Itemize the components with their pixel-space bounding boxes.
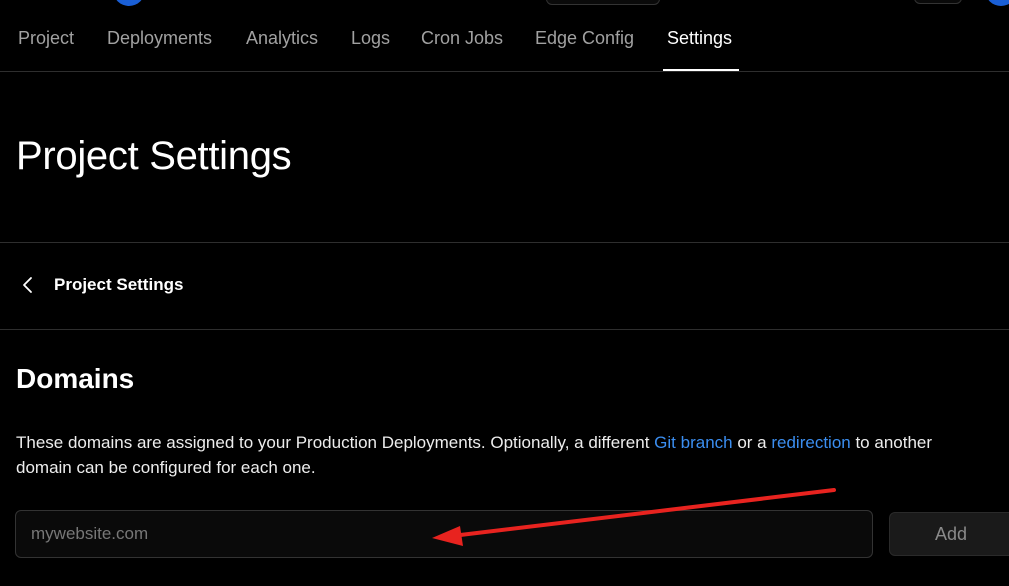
user-avatar[interactable]	[985, 0, 1009, 6]
tab-edge-config[interactable]: Edge Config	[535, 28, 634, 49]
settings-page: Project Deployments Analytics Logs Cron …	[0, 0, 1009, 586]
domain-input[interactable]	[15, 510, 873, 558]
page-title: Project Settings	[16, 134, 292, 178]
project-switcher[interactable]	[546, 0, 660, 5]
avatar[interactable]	[113, 0, 145, 6]
chevron-left-icon[interactable]	[21, 276, 35, 294]
git-branch-link[interactable]: Git branch	[654, 433, 732, 452]
tab-deployments[interactable]: Deployments	[107, 28, 212, 49]
description-text-2: or a	[732, 433, 772, 452]
tab-settings[interactable]: Settings	[667, 28, 732, 49]
page-header: Project Settings	[0, 72, 1009, 243]
breadcrumb: Project Settings	[0, 243, 1009, 330]
tab-cron-jobs[interactable]: Cron Jobs	[421, 28, 503, 49]
active-tab-indicator	[663, 69, 739, 71]
domains-heading: Domains	[16, 363, 135, 394]
project-tabs: Project Deployments Analytics Logs Cron …	[0, 14, 1009, 72]
tab-logs[interactable]: Logs	[351, 28, 390, 49]
redirection-link[interactable]: redirection	[771, 433, 850, 452]
add-domain-button[interactable]: Add	[889, 512, 1009, 556]
breadcrumb-label[interactable]: Project Settings	[54, 275, 183, 295]
toolbar-button[interactable]	[914, 0, 962, 4]
domains-description: These domains are assigned to your Produ…	[16, 430, 976, 480]
tab-analytics[interactable]: Analytics	[246, 28, 318, 49]
description-text-1: These domains are assigned to your Produ…	[16, 433, 655, 452]
top-toolbar-cropped	[0, 0, 1009, 8]
tab-project[interactable]: Project	[18, 28, 74, 49]
